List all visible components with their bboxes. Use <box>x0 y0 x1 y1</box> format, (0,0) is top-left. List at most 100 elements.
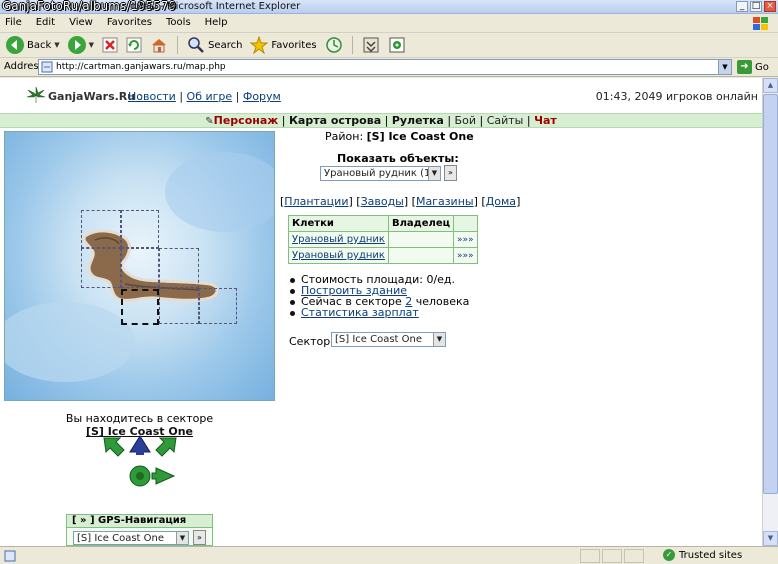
close-button[interactable]: × <box>764 1 776 12</box>
current-sector-marker[interactable] <box>121 289 159 325</box>
nav-character[interactable]: Персонаж <box>214 114 279 127</box>
address-bar: Address http://cartman.ganjawars.ru/map.… <box>0 58 778 77</box>
location-text: Вы находитесь в секторе <box>65 412 214 425</box>
forward-dropdown-icon[interactable]: ▼ <box>89 41 94 49</box>
row-go-link[interactable]: »»» <box>453 247 478 264</box>
nav-sites[interactable]: Сайты <box>487 114 524 127</box>
stop-button[interactable] <box>100 34 120 56</box>
address-input[interactable]: http://cartman.ganjawars.ru/map.php ▼ <box>38 59 732 75</box>
history-button[interactable] <box>323 34 345 56</box>
status-bar: ✓ Trusted sites <box>0 546 778 564</box>
maximize-button[interactable]: □ <box>750 1 762 12</box>
go-label: Go <box>755 61 769 73</box>
online-status: 01:43, 2049 игроков онлайн <box>595 90 758 103</box>
district-value: [S] Ice Coast One <box>366 130 474 143</box>
cannabis-leaf-icon[interactable] <box>26 86 46 104</box>
gps-select[interactable]: [S] Ice Coast One ▼ <box>73 531 189 545</box>
chevron-down-icon: ▼ <box>428 167 440 180</box>
move-northeast-icon[interactable] <box>155 437 177 457</box>
objects-selected: Урановый рудник (1) <box>324 168 435 179</box>
menu-view[interactable]: View <box>68 17 94 28</box>
filter-shops[interactable]: Магазины <box>416 195 474 208</box>
menu-edit[interactable]: Edit <box>35 17 56 28</box>
forward-icon <box>67 36 86 54</box>
map-sector[interactable] <box>121 210 159 248</box>
sector-label: Сектор: <box>289 335 334 348</box>
vertical-scrollbar[interactable]: ▲ ▼ <box>762 78 778 546</box>
objects-select[interactable]: Урановый рудник (1) ▼ <box>320 166 441 181</box>
district-label: Район: <box>325 130 364 143</box>
site-name-text: GanjaWars.Ru <box>48 90 136 103</box>
gps-go-button[interactable]: » <box>193 530 206 545</box>
move-northwest-icon[interactable] <box>103 437 125 457</box>
filter-houses[interactable]: Дома <box>486 195 516 208</box>
map-sector[interactable] <box>159 288 199 324</box>
map-sector[interactable] <box>159 248 199 288</box>
link-about[interactable]: Об игре <box>187 90 233 103</box>
district-info: Район: [S] Ice Coast One <box>325 130 474 143</box>
nav-island-map[interactable]: Карта острова <box>289 114 381 127</box>
row-go-link[interactable]: »»» <box>453 231 478 248</box>
menu-help[interactable]: Help <box>204 17 229 28</box>
toolbar-separator <box>351 36 353 54</box>
go-button[interactable]: ➜ Go <box>737 60 769 74</box>
map-sector[interactable] <box>121 248 159 288</box>
zone-label: Trusted sites <box>679 549 743 561</box>
cell-link[interactable]: Урановый рудник <box>292 250 385 261</box>
link-news[interactable]: Новости <box>128 90 176 103</box>
address-dropdown-icon[interactable]: ▼ <box>718 60 731 74</box>
search-button[interactable]: Search <box>185 34 244 56</box>
top-links: Новости | Об игре | Форум <box>128 90 281 103</box>
security-zone: ✓ Trusted sites <box>663 549 742 561</box>
sector-select[interactable]: [S] Ice Coast One ▼ <box>331 332 446 347</box>
gps-header[interactable]: [ » ] GPS-Навигация <box>67 515 212 528</box>
table-header-row: Клетки Владелец <box>288 215 478 232</box>
nav-roulette[interactable]: Рулетка <box>392 114 444 127</box>
owner-cell <box>387 247 455 264</box>
scroll-thumb[interactable] <box>763 94 778 494</box>
move-east-icon[interactable] <box>151 467 176 485</box>
history-icon <box>325 37 342 53</box>
link-forum[interactable]: Форум <box>243 90 281 103</box>
salary-stats-link[interactable]: Статистика зарплат <box>301 306 419 319</box>
favorites-button[interactable]: Favorites <box>248 34 318 56</box>
print-icon <box>389 37 405 53</box>
scroll-down-icon[interactable]: ▼ <box>763 531 778 546</box>
minimize-button[interactable]: _ <box>736 1 748 12</box>
move-north-icon[interactable] <box>129 435 151 455</box>
filter-factories[interactable]: Заводы <box>361 195 404 208</box>
table-row: Урановый рудник »»» <box>288 231 478 248</box>
menu-file[interactable]: File <box>4 17 23 28</box>
chevron-down-icon: ▼ <box>176 532 188 544</box>
window-controls: _ □ × <box>736 1 776 12</box>
back-button[interactable]: Back ▼ <box>4 34 62 56</box>
sector-selected: [S] Ice Coast One <box>335 334 423 345</box>
toolbar-separator <box>177 36 179 54</box>
back-dropdown-icon[interactable]: ▼ <box>54 41 59 49</box>
home-button[interactable] <box>148 34 170 56</box>
col-go <box>453 215 478 232</box>
island-map[interactable] <box>4 131 275 401</box>
character-icon: ✎ <box>205 116 214 127</box>
map-sector[interactable] <box>81 210 121 248</box>
scroll-up-icon[interactable]: ▲ <box>763 78 778 93</box>
refresh-button[interactable] <box>124 34 144 56</box>
nav-battle[interactable]: Бой <box>455 114 476 127</box>
menu-tools[interactable]: Tools <box>165 17 192 28</box>
move-center-icon[interactable] <box>129 465 151 487</box>
nav-chat[interactable]: Чат <box>534 114 557 127</box>
map-sector[interactable] <box>199 288 237 324</box>
print-button[interactable] <box>386 34 408 56</box>
title-bar: GanjaFotoRu/albums/195579 ойны - Microso… <box>0 0 778 14</box>
filter-plantations[interactable]: Плантации <box>284 195 348 208</box>
refresh-icon <box>126 37 142 53</box>
forward-button[interactable]: ▼ <box>66 34 96 56</box>
map-sector[interactable] <box>81 248 121 288</box>
site-header: GanjaWars.Ru : Новости | Об игре | Форум… <box>0 78 762 114</box>
cell-link[interactable]: Урановый рудник <box>292 234 385 245</box>
owner-cell <box>387 231 455 248</box>
menu-favorites[interactable]: Favorites <box>106 17 153 28</box>
show-objects-go-button[interactable]: » <box>444 165 457 181</box>
mail-button[interactable] <box>360 34 382 56</box>
menu-bar: File Edit View Favorites Tools Help <box>0 15 778 33</box>
